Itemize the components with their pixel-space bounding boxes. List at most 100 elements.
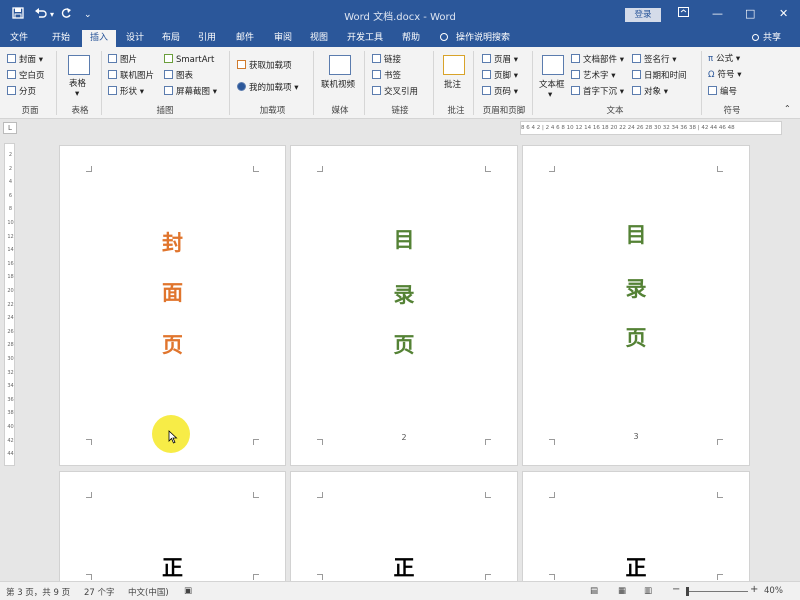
tab-review[interactable]: 审阅 (266, 30, 300, 47)
zoom-level[interactable]: 40% (764, 586, 783, 596)
tab-selector[interactable]: L (3, 122, 17, 134)
textbox-dropdown-icon[interactable]: ▾ (548, 90, 552, 101)
chart-label: 图表 (176, 71, 194, 81)
blank-page-button[interactable]: 空白页 (7, 70, 45, 82)
page-heading-char: 面 (162, 281, 183, 305)
ruler-tick: 42 (7, 437, 14, 444)
chart-button[interactable]: 图表 (164, 70, 193, 82)
ruler-tick: 14 (7, 247, 14, 254)
ribbon-display-options-icon[interactable] (678, 7, 689, 21)
quick-parts-button[interactable]: 文档部件 ▾ (571, 54, 624, 66)
blank-page-icon (7, 70, 16, 79)
group-separator (433, 51, 434, 115)
user-icon (752, 34, 759, 41)
page[interactable]: 目录页 2 (290, 145, 518, 466)
tab-developer[interactable]: 开发工具 (340, 30, 390, 47)
footer-button[interactable]: 页脚 ▾ (482, 70, 518, 82)
group-separator (532, 51, 533, 115)
maximize-button[interactable]: □ (745, 7, 755, 21)
header-icon (482, 54, 491, 63)
tab-references[interactable]: 引用 (190, 30, 224, 47)
page-number-button[interactable]: 页码 ▾ (482, 86, 518, 98)
page-count[interactable]: 第 3 页，共 9 页 (6, 586, 70, 598)
tab-file[interactable]: 文件 (2, 30, 36, 47)
word-window: ▾ ⌄ Word 文档.docx - Word 登录 — □ ✕ 文件 开始 插… (0, 0, 800, 600)
group-label-symbols: 符号 (723, 106, 741, 116)
smartart-button[interactable]: SmartArt (164, 54, 214, 66)
tab-help[interactable]: 帮助 (394, 30, 428, 47)
group-label-header-footer: 页眉和页脚 (482, 106, 526, 116)
zoom-slider-thumb[interactable] (686, 587, 689, 596)
margin-marker (86, 492, 92, 498)
page-heading-char: 页 (625, 326, 647, 350)
header-button[interactable]: 页眉 ▾ (482, 54, 518, 66)
symbol-button[interactable]: Ω 符号 ▾ (708, 70, 741, 81)
comment-icon[interactable] (443, 55, 465, 75)
page-break-button[interactable]: 分页 (7, 86, 36, 98)
web-layout-icon[interactable]: ▥ (644, 586, 652, 596)
shapes-button[interactable]: 形状 ▾ (108, 86, 144, 98)
wordart-button[interactable]: 艺术字 ▾ (571, 70, 615, 82)
object-button[interactable]: 对象 ▾ (632, 86, 668, 98)
cover-page-icon (7, 54, 16, 63)
share-label: 共享 (763, 33, 782, 43)
get-addins-button[interactable]: 获取加载项 (237, 60, 292, 72)
signature-line-label: 签名行 (644, 55, 670, 65)
login-button[interactable]: 登录 (625, 8, 661, 22)
ruler-tick: 24 (7, 315, 14, 322)
group-separator (56, 51, 57, 115)
title-bar: ▾ ⌄ Word 文档.docx - Word 登录 — □ ✕ (0, 0, 800, 30)
tab-insert[interactable]: 插入 (82, 30, 116, 47)
bookmark-button[interactable]: 书签 (372, 70, 401, 82)
online-video-button[interactable]: 联机视频 (321, 80, 355, 91)
print-layout-icon[interactable]: ▦ (618, 586, 626, 596)
minimize-button[interactable]: — (712, 7, 723, 21)
zoom-in-button[interactable]: + (750, 584, 758, 595)
read-mode-icon[interactable]: ▤ (590, 586, 598, 596)
collapse-ribbon-icon[interactable]: ⌃ (784, 103, 791, 114)
zoom-out-button[interactable]: − (672, 584, 680, 595)
number-button[interactable]: 编号 (708, 86, 737, 98)
horizontal-ruler[interactable]: 8 6 4 2 | 2 4 6 8 10 12 14 16 18 20 22 2… (520, 121, 782, 135)
page-heading-char: 页 (162, 333, 183, 357)
group-label-tables: 表格 (71, 106, 89, 116)
vertical-ruler[interactable]: 2 2 4 6 8 10 12 14 16 18 20 22 24 26 28 30 32 34 36 38 40 42 4… (4, 143, 15, 466)
cross-reference-button[interactable]: 交叉引用 (372, 86, 418, 98)
language-indicator[interactable]: 中文(中国) (128, 586, 169, 598)
close-button[interactable]: ✕ (779, 7, 788, 21)
link-button[interactable]: 链接 (372, 54, 401, 66)
comment-button[interactable]: 批注 (444, 80, 461, 91)
tab-design[interactable]: 设计 (118, 30, 152, 47)
date-time-button[interactable]: 日期和时间 (632, 70, 687, 82)
margin-marker (549, 166, 555, 172)
drop-cap-button[interactable]: 首字下沉 ▾ (571, 86, 624, 98)
pictures-button[interactable]: 图片 (108, 54, 137, 66)
online-pictures-button[interactable]: 联机图片 (108, 70, 154, 82)
word-count[interactable]: 27 个字 (84, 586, 115, 598)
share-button[interactable]: 共享 (752, 30, 781, 47)
my-addins-button[interactable]: 我的加载项 ▾ (237, 82, 298, 94)
tab-mailings[interactable]: 邮件 (228, 30, 262, 47)
cover-page-button[interactable]: 封面 ▾ (7, 54, 43, 66)
tab-view[interactable]: 视图 (302, 30, 336, 47)
textbox-icon[interactable] (542, 55, 564, 75)
screenshot-button[interactable]: 屏幕截图 ▾ (164, 86, 217, 98)
tab-home[interactable]: 开始 (44, 30, 78, 47)
macro-record-icon[interactable]: ▣ (184, 586, 192, 596)
ruler-tick: 30 (7, 356, 14, 362)
page[interactable]: 目录页 3 (522, 145, 750, 466)
drop-cap-label: 首字下沉 (583, 87, 618, 97)
equation-button[interactable]: π 公式 ▾ (708, 54, 740, 65)
table-icon[interactable] (68, 55, 90, 75)
signature-line-button[interactable]: 签名行 ▾ (632, 54, 676, 66)
zoom-slider[interactable] (688, 591, 748, 592)
online-pictures-label: 联机图片 (120, 71, 155, 81)
margin-marker (317, 492, 323, 498)
tab-layout[interactable]: 布局 (154, 30, 188, 47)
page-number: 3 (633, 432, 639, 441)
group-label-comments: 批注 (447, 106, 465, 116)
table-dropdown-icon[interactable]: ▾ (75, 89, 79, 100)
online-video-icon[interactable] (329, 55, 351, 75)
wordart-label: 艺术字 (583, 71, 609, 81)
tell-me-search[interactable]: 操作说明搜索 (440, 30, 510, 47)
